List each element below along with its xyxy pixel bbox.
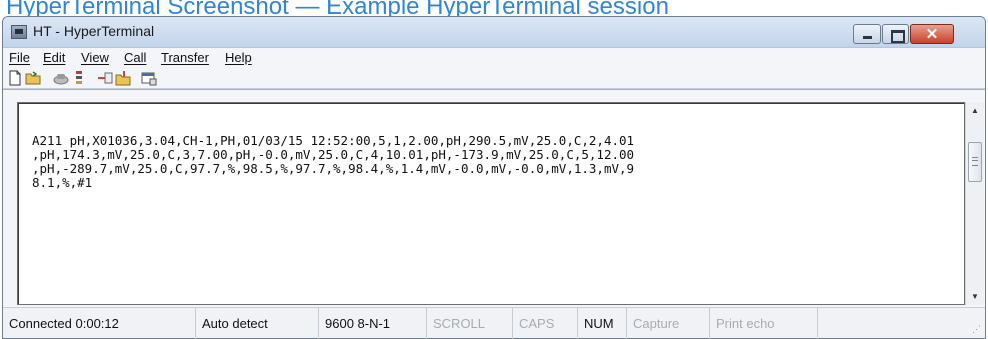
window-title: HT - HyperTerminal xyxy=(33,23,155,39)
menu-file[interactable]: File xyxy=(9,50,30,65)
scroll-thumb[interactable] xyxy=(968,142,982,182)
status-bar: Connected 0:00:12 Auto detect 9600 8-N-1… xyxy=(3,307,985,339)
menu-bar: File Edit View Call Transfer Help xyxy=(3,47,985,67)
terminal-output: A211 pH,X01036,3.04,CH-1,PH,01/03/15 12:… xyxy=(32,134,958,190)
status-scroll: SCROLL xyxy=(427,308,513,339)
menu-transfer[interactable]: Transfer xyxy=(161,50,209,65)
terminal-line: ,pH,174.3,mV,25.0,C,3,7.00,pH,-0.0,mV,25… xyxy=(32,147,635,162)
status-detect: Auto detect xyxy=(196,308,319,339)
terminal-client-area: A211 pH,X01036,3.04,CH-1,PH,01/03/15 12:… xyxy=(3,89,985,307)
menu-help[interactable]: Help xyxy=(225,50,252,65)
minimize-button[interactable] xyxy=(853,24,881,44)
terminal-line: A211 pH,X01036,3.04,CH-1,PH,01/03/15 12:… xyxy=(32,133,635,148)
menu-view[interactable]: View xyxy=(81,50,109,65)
disconnect-icon[interactable] xyxy=(71,70,87,86)
status-capture: Capture xyxy=(627,308,710,339)
maximize-button[interactable] xyxy=(882,24,909,44)
status-caps: CAPS xyxy=(513,308,578,339)
scroll-down-icon[interactable]: ▼ xyxy=(966,288,984,305)
status-print-echo: Print echo xyxy=(710,308,818,339)
properties-icon[interactable] xyxy=(141,70,157,86)
new-document-icon[interactable] xyxy=(7,70,23,86)
close-icon: ✕ xyxy=(925,26,939,43)
resize-grip-icon[interactable]: ⋰ xyxy=(972,324,981,335)
scroll-up-icon[interactable]: ▲ xyxy=(966,102,984,119)
status-connected: Connected 0:00:12 xyxy=(3,308,196,339)
title-bar[interactable]: HT - HyperTerminal ✕ xyxy=(3,17,985,47)
hyperterminal-window: HT - HyperTerminal ✕ File Edit View Call… xyxy=(2,16,986,339)
status-port-settings: 9600 8-N-1 xyxy=(319,308,427,339)
terminal-line: 8.1,%,#1 xyxy=(32,175,93,190)
terminal-line: ,pH,-289.7,mV,25.0,C,97.7,%,98.5,%,97.7,… xyxy=(32,161,635,176)
phone-icon[interactable] xyxy=(53,70,69,86)
toolbar xyxy=(3,67,985,89)
open-folder-icon[interactable] xyxy=(25,70,41,86)
send-icon[interactable] xyxy=(97,70,113,86)
menu-edit[interactable]: Edit xyxy=(43,50,65,65)
menu-call[interactable]: Call xyxy=(124,50,146,65)
status-num: NUM xyxy=(578,308,627,339)
receive-icon[interactable] xyxy=(115,70,131,86)
vertical-scrollbar[interactable]: ▲ ▼ xyxy=(965,102,984,305)
terminal-app-icon[interactable] xyxy=(11,25,27,39)
terminal-screen[interactable]: A211 pH,X01036,3.04,CH-1,PH,01/03/15 12:… xyxy=(17,102,965,305)
close-button[interactable]: ✕ xyxy=(910,24,954,44)
